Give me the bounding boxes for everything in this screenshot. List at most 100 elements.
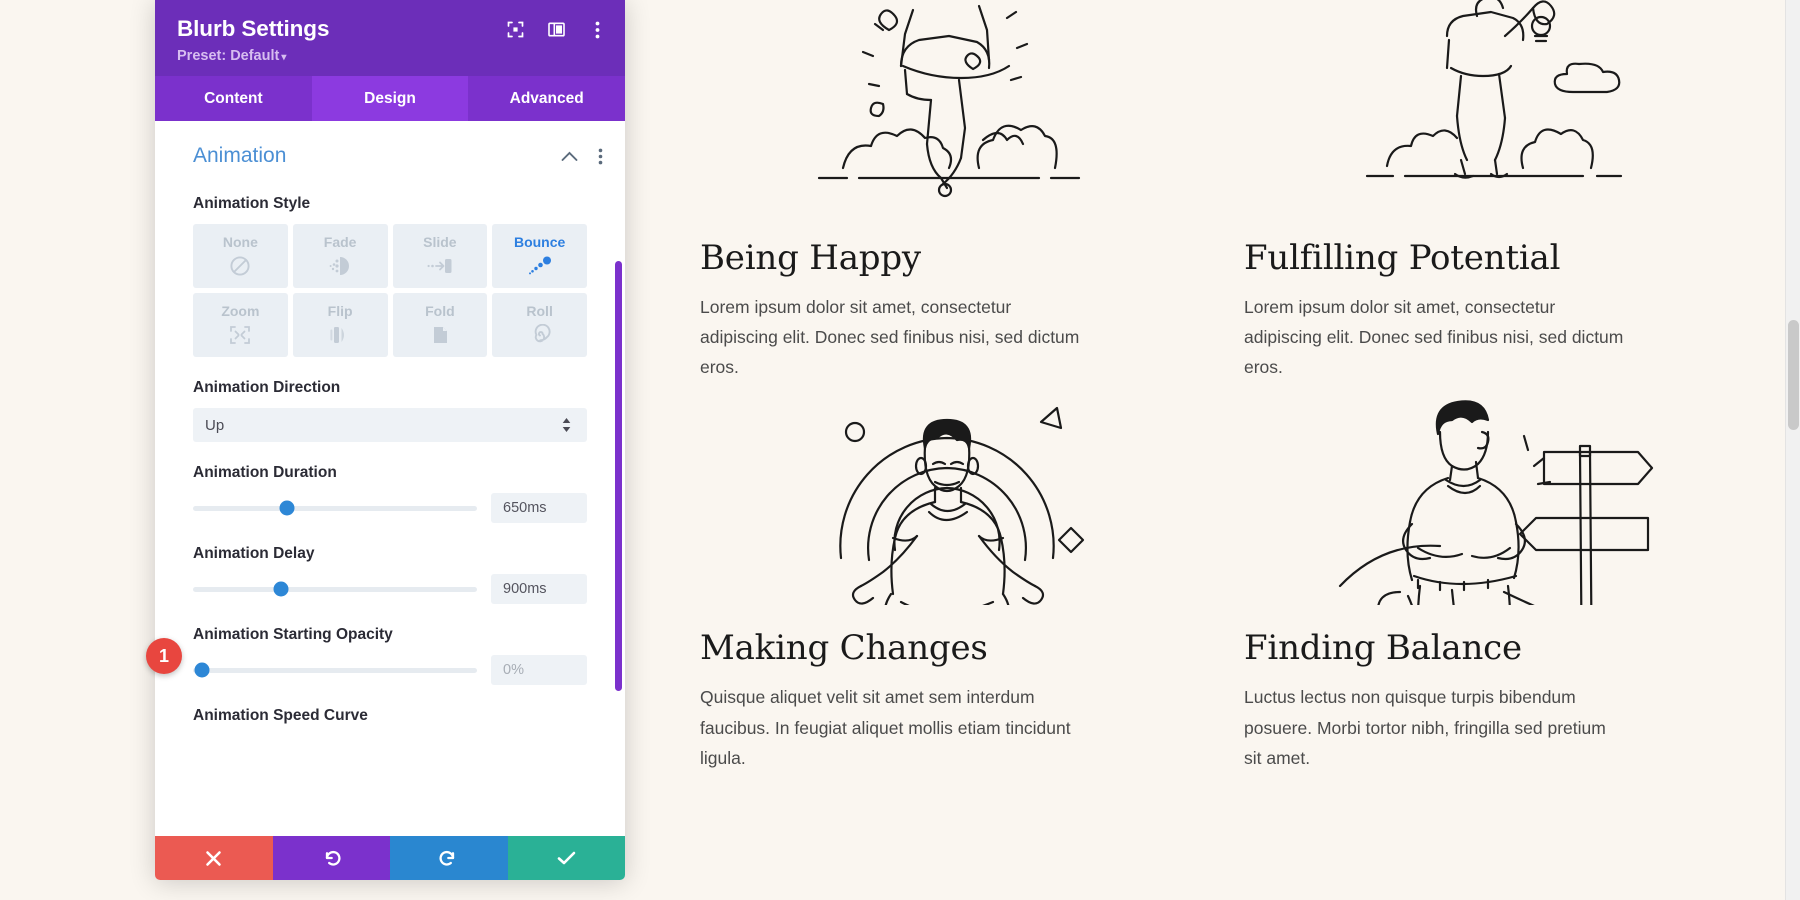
style-label: Flip <box>327 302 353 319</box>
undo-icon <box>325 850 341 866</box>
animation-style-flip[interactable]: Flip <box>292 293 388 357</box>
slide-icon <box>427 253 453 279</box>
layout-columns-icon[interactable] <box>547 20 566 39</box>
animation-speed-curve-field: Animation Speed Curve <box>155 707 625 725</box>
tab-design[interactable]: Design <box>311 76 469 121</box>
animation-starting-opacity-field: Animation Starting Opacity 0% <box>155 626 625 685</box>
blurb-title: Fulfilling Potential <box>1244 238 1561 278</box>
animation-delay-slider[interactable] <box>193 578 477 600</box>
flip-icon <box>328 322 352 348</box>
blurb-title: Being Happy <box>700 238 921 278</box>
redo-button[interactable] <box>390 836 508 880</box>
slider-track <box>193 586 477 592</box>
blurb-card[interactable]: Fulfilling Potential Lorem ipsum dolor s… <box>1244 0 1740 382</box>
blurb-module-area: Being Happy Lorem ipsum dolor sit amet, … <box>660 0 1780 900</box>
roll-icon <box>528 322 552 348</box>
animation-direction-label: Animation Direction <box>193 379 341 396</box>
more-vertical-icon[interactable] <box>598 148 603 165</box>
animation-duration-slider[interactable] <box>193 497 477 519</box>
save-button[interactable] <box>507 836 625 880</box>
blurb-title: Making Changes <box>700 628 988 669</box>
blurb-body: Luctus lectus non quisque turpis bibendu… <box>1244 687 1606 768</box>
animation-style-zoom[interactable]: Zoom <box>193 293 288 357</box>
animation-style-grid: None Fade Slide Bounce Zoom Flip Fold Ro… <box>193 224 587 357</box>
modal-header-icons <box>506 20 607 39</box>
style-label: Zoom <box>221 302 260 319</box>
blurb-body: Lorem ipsum dolor sit amet, consectetur … <box>700 297 1080 378</box>
redo-icon <box>439 850 455 866</box>
style-label: Fade <box>323 233 357 250</box>
animation-style-fold[interactable]: Fold <box>392 293 488 357</box>
animation-style-none[interactable]: None <box>193 224 288 288</box>
animation-direction-select[interactable]: Up <box>193 408 587 442</box>
blurb-card[interactable]: Finding Balance Luctus lectus non quisqu… <box>1244 390 1740 772</box>
style-label: Fold <box>425 302 455 319</box>
modal-header: Blurb Settings Preset: Default ▾ <box>155 0 625 76</box>
animation-delay-field: Animation Delay 900ms <box>155 545 625 604</box>
animation-delay-label: Animation Delay <box>193 545 315 562</box>
tab-content[interactable]: Content <box>155 76 312 121</box>
style-label: None <box>222 233 258 250</box>
animation-duration-label: Animation Duration <box>193 464 337 481</box>
slider-track <box>193 505 477 511</box>
close-icon <box>206 850 222 866</box>
slider-track <box>193 667 477 673</box>
page-scrollbar[interactable] <box>1785 0 1800 900</box>
person-holding-lightbulb-illustration <box>1244 0 1740 215</box>
slider-knob[interactable] <box>194 662 210 678</box>
animation-speed-curve-label: Animation Speed Curve <box>193 707 368 724</box>
chevron-up-icon[interactable] <box>561 151 578 162</box>
chevron-down-icon: ▾ <box>281 52 287 63</box>
animation-style-slide[interactable]: Slide <box>392 224 488 288</box>
blurb-grid: Being Happy Lorem ipsum dolor sit amet, … <box>660 0 1780 773</box>
animation-style-roll[interactable]: Roll <box>492 293 587 357</box>
undo-button[interactable] <box>272 836 390 880</box>
section-title: Animation <box>193 144 287 167</box>
page-scrollbar-thumb[interactable] <box>1788 320 1799 430</box>
blurb-body: Quisque aliquet velit sit amet sem inter… <box>700 687 1071 768</box>
check-icon <box>557 851 576 865</box>
fullscreen-icon[interactable] <box>506 20 525 39</box>
animation-style-bounce[interactable]: Bounce <box>492 224 587 288</box>
fold-icon <box>428 322 452 348</box>
blurb-card[interactable]: Being Happy Lorem ipsum dolor sit amet, … <box>700 0 1196 382</box>
slider-knob[interactable] <box>273 581 289 597</box>
bounce-icon <box>527 253 553 279</box>
blurb-settings-modal: Blurb Settings Preset: Default ▾ Content… <box>155 0 625 880</box>
animation-style-label: Animation Style <box>193 195 311 212</box>
animation-delay-value[interactable]: 900ms <box>491 574 587 604</box>
blurb-body: Lorem ipsum dolor sit amet, consectetur … <box>1244 297 1624 378</box>
zoom-icon <box>228 322 252 348</box>
animation-duration-value[interactable]: 650ms <box>491 493 587 523</box>
animation-direction-field: Animation Direction Up <box>155 379 625 442</box>
modal-body: Animation Animation Style None Fade Slid… <box>155 121 625 836</box>
more-vertical-icon[interactable] <box>588 20 607 39</box>
preset-label: Preset: Default <box>177 48 280 64</box>
animation-section-header[interactable]: Animation <box>155 139 625 173</box>
no-entry-icon <box>229 253 251 279</box>
animation-duration-field: Animation Duration 650ms <box>155 464 625 523</box>
animation-starting-opacity-value[interactable]: 0% <box>491 655 587 685</box>
modal-scrollbar-thumb[interactable] <box>615 261 622 691</box>
page-root: Being Happy Lorem ipsum dolor sit amet, … <box>0 0 1800 900</box>
blurb-title: Finding Balance <box>1244 628 1522 669</box>
step-badge-1: 1 <box>146 638 182 674</box>
tab-advanced[interactable]: Advanced <box>468 76 625 121</box>
animation-starting-opacity-label: Animation Starting Opacity <box>193 626 393 643</box>
style-label: Roll <box>526 302 553 319</box>
fade-icon <box>328 253 352 279</box>
style-label: Slide <box>423 233 457 250</box>
preset-selector[interactable]: Preset: Default ▾ <box>177 48 603 64</box>
animation-direction-value: Up <box>205 416 225 434</box>
animation-style-field: Animation Style None Fade Slide Bounce Z… <box>155 195 625 357</box>
animation-starting-opacity-slider[interactable] <box>193 659 477 681</box>
modal-tabs: Content Design Advanced <box>155 76 625 121</box>
blurb-card[interactable]: Making Changes Quisque aliquet velit sit… <box>700 390 1196 772</box>
cancel-button[interactable] <box>155 836 273 880</box>
person-meditating-lotus-illustration <box>700 390 1196 606</box>
slider-knob[interactable] <box>279 500 295 516</box>
modal-footer <box>155 836 625 880</box>
animation-style-fade[interactable]: Fade <box>292 224 388 288</box>
style-label: Bounce <box>513 233 566 250</box>
sort-arrows-icon <box>562 418 575 432</box>
